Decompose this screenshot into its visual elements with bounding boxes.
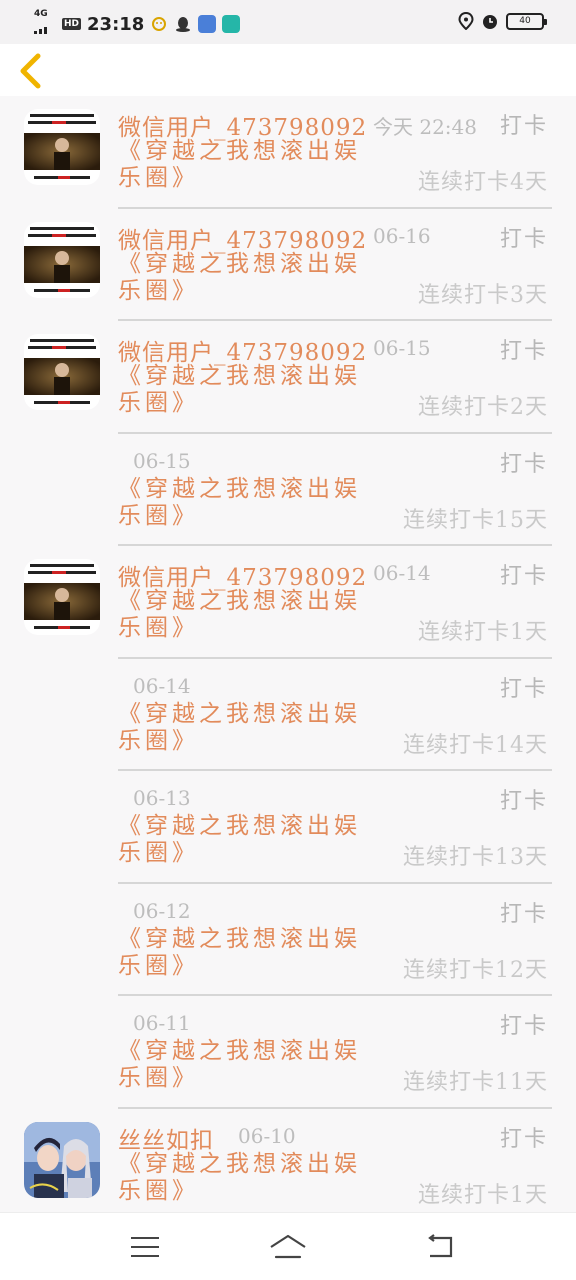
back-button[interactable]	[14, 52, 48, 90]
top-bar	[0, 44, 576, 96]
signal-bars	[34, 27, 47, 34]
home-button[interactable]	[268, 1231, 308, 1263]
entry-meta: 06-14 打卡	[118, 671, 548, 702]
entry-date: 06-16	[373, 223, 431, 248]
book-title[interactable]: 《穿越之我想滚出娱乐圈》	[118, 701, 384, 755]
status-bar: 4G HD 23:18 40	[0, 0, 576, 44]
checkin-label: 打卡	[499, 564, 548, 589]
checkin-label: 打卡	[499, 114, 548, 139]
network-type: 4G	[34, 9, 48, 19]
checkin-entry[interactable]: 微信用户_473798092 06-14 打卡《穿越之我想滚出娱乐圈》连续打卡1天	[0, 546, 576, 659]
book-title[interactable]: 《穿越之我想滚出娱乐圈》	[118, 251, 384, 305]
streak-label: 连续打卡1天	[418, 620, 548, 645]
checkin-label: 打卡	[499, 676, 548, 702]
chevron-left-icon	[20, 53, 41, 89]
entry-meta: 丝丝如扣 06-10 打卡	[118, 1121, 548, 1154]
entry-date: 06-14	[373, 561, 431, 585]
book-title[interactable]: 《穿越之我想滚出娱乐圈》	[118, 813, 384, 867]
entry-date: 06-10	[238, 1123, 296, 1148]
nav-back-button[interactable]	[420, 1231, 460, 1263]
entry-meta: 06-11 打卡	[118, 1008, 548, 1039]
username[interactable]: 微信用户_473798092	[118, 108, 367, 142]
book-title[interactable]: 《穿越之我想滚出娱乐圈》	[118, 138, 384, 192]
avatar[interactable]	[24, 334, 100, 410]
streak-label: 连续打卡13天	[403, 845, 548, 870]
book-title[interactable]: 《穿越之我想滚出娱乐圈》	[118, 588, 384, 642]
book-title[interactable]: 《穿越之我想滚出娱乐圈》	[118, 926, 384, 980]
browser-icon	[198, 15, 217, 33]
checkin-label: 打卡	[499, 901, 548, 927]
hd-badge: HD	[62, 18, 82, 30]
entry-meta: 微信用户_473798092 06-16 打卡	[118, 221, 548, 254]
signal-icon: 4G	[34, 10, 56, 38]
battery-icon: 40	[506, 12, 547, 30]
checkin-label: 打卡	[499, 789, 548, 814]
checkin-entry[interactable]: 06-15 打卡《穿越之我想滚出娱乐圈》 连续打卡15天	[0, 434, 576, 546]
book-title[interactable]: 《穿越之我想滚出娱乐圈》	[118, 363, 384, 417]
location-icon	[458, 12, 474, 30]
status-right: 40	[458, 12, 547, 30]
checkin-entry[interactable]: 丝丝如扣 06-10 打卡《穿越之我想滚出娱乐圈》连续打卡1天	[0, 1109, 576, 1213]
checkin-entry[interactable]: 06-14 打卡《穿越之我想滚出娱乐圈》 连续打卡14天	[0, 659, 576, 771]
checkin-list: 微信用户_473798092 今天 22:48 打卡 《穿越之我想滚出娱乐圈》 连续打卡…	[0, 96, 576, 1212]
checkin-entry[interactable]: 06-11 打卡《穿越之我想滚出娱乐圈》 连续打卡11天	[0, 996, 576, 1109]
book-title[interactable]: 《穿越之我想滚出娱乐圈》	[118, 476, 384, 530]
entry-date: 06-14	[133, 673, 191, 698]
app-icon	[222, 15, 241, 33]
streak-label: 连续打卡14天	[403, 732, 548, 758]
back-icon	[428, 1234, 453, 1258]
checkin-label: 打卡	[499, 451, 548, 477]
entry-date: 06-11	[133, 1011, 191, 1035]
avatar[interactable]	[24, 1121, 100, 1198]
book-title[interactable]: 《穿越之我想滚出娱乐圈》	[118, 1151, 384, 1205]
streak-label: 连续打卡15天	[403, 507, 548, 533]
clock: 23:18	[87, 13, 145, 35]
checkin-label: 打卡	[499, 1126, 548, 1152]
streak-label: 连续打卡12天	[403, 957, 548, 983]
streak-label: 连续打卡3天	[418, 282, 548, 308]
book-title[interactable]: 《穿越之我想滚出娱乐圈》	[118, 1038, 384, 1092]
avatar[interactable]	[24, 221, 100, 298]
entry-meta: 06-15 打卡	[118, 446, 548, 477]
alarm-icon	[483, 15, 497, 29]
checkin-label: 打卡	[499, 226, 548, 252]
checkin-entry[interactable]: 微信用户_473798092 06-16 打卡《穿越之我想滚出娱乐圈》连续打卡3天	[0, 209, 576, 321]
checkin-entry[interactable]: 微信用户_473798092 今天 22:48 打卡《穿越之我想滚出娱乐圈》连续打卡…	[0, 96, 576, 209]
avatar[interactable]	[24, 559, 100, 635]
checkin-label: 打卡	[499, 339, 548, 364]
entry-meta: 微信用户_473798092 06-14 打卡	[118, 558, 548, 591]
status-left: 4G HD 23:18	[34, 10, 241, 38]
entry-date: 今天 22:48	[373, 115, 477, 139]
qq-icon	[174, 15, 192, 33]
menu-button[interactable]	[125, 1231, 165, 1263]
home-icon	[270, 1234, 306, 1259]
menu-icon	[131, 1237, 159, 1257]
checkin-entry[interactable]: 微信用户_473798092 06-15 打卡《穿越之我想滚出娱乐圈》连续打卡2天	[0, 321, 576, 434]
username[interactable]: 微信用户_473798092	[118, 558, 367, 592]
username[interactable]: 丝丝如扣	[118, 1121, 214, 1155]
system-nav-bar	[0, 1212, 576, 1280]
username[interactable]: 微信用户_473798092	[118, 333, 367, 367]
entry-meta: 06-13 打卡	[118, 783, 548, 814]
checkin-entry[interactable]: 06-13 打卡《穿越之我想滚出娱乐圈》 连续打卡13天	[0, 771, 576, 884]
streak-label: 连续打卡11天	[403, 1070, 548, 1095]
streak-label: 连续打卡2天	[418, 395, 548, 420]
entry-date: 06-15	[133, 448, 191, 473]
entry-meta: 微信用户_473798092 今天 22:48 打卡	[118, 108, 548, 141]
username[interactable]: 微信用户_473798092	[118, 221, 367, 255]
entry-meta: 微信用户_473798092 06-15 打卡	[118, 333, 548, 366]
entry-meta: 06-12 打卡	[118, 896, 548, 927]
entry-date: 06-15	[373, 336, 431, 360]
entry-date: 06-13	[133, 786, 191, 810]
avatar[interactable]	[24, 109, 100, 185]
streak-label: 连续打卡4天	[418, 170, 548, 195]
checkin-entry[interactable]: 06-12 打卡《穿越之我想滚出娱乐圈》 连续打卡12天	[0, 884, 576, 996]
checkin-label: 打卡	[499, 1014, 548, 1039]
wechat-icon	[150, 15, 168, 33]
streak-label: 连续打卡1天	[418, 1182, 548, 1208]
entry-date: 06-12	[133, 898, 191, 923]
battery-level: 40	[519, 16, 531, 26]
